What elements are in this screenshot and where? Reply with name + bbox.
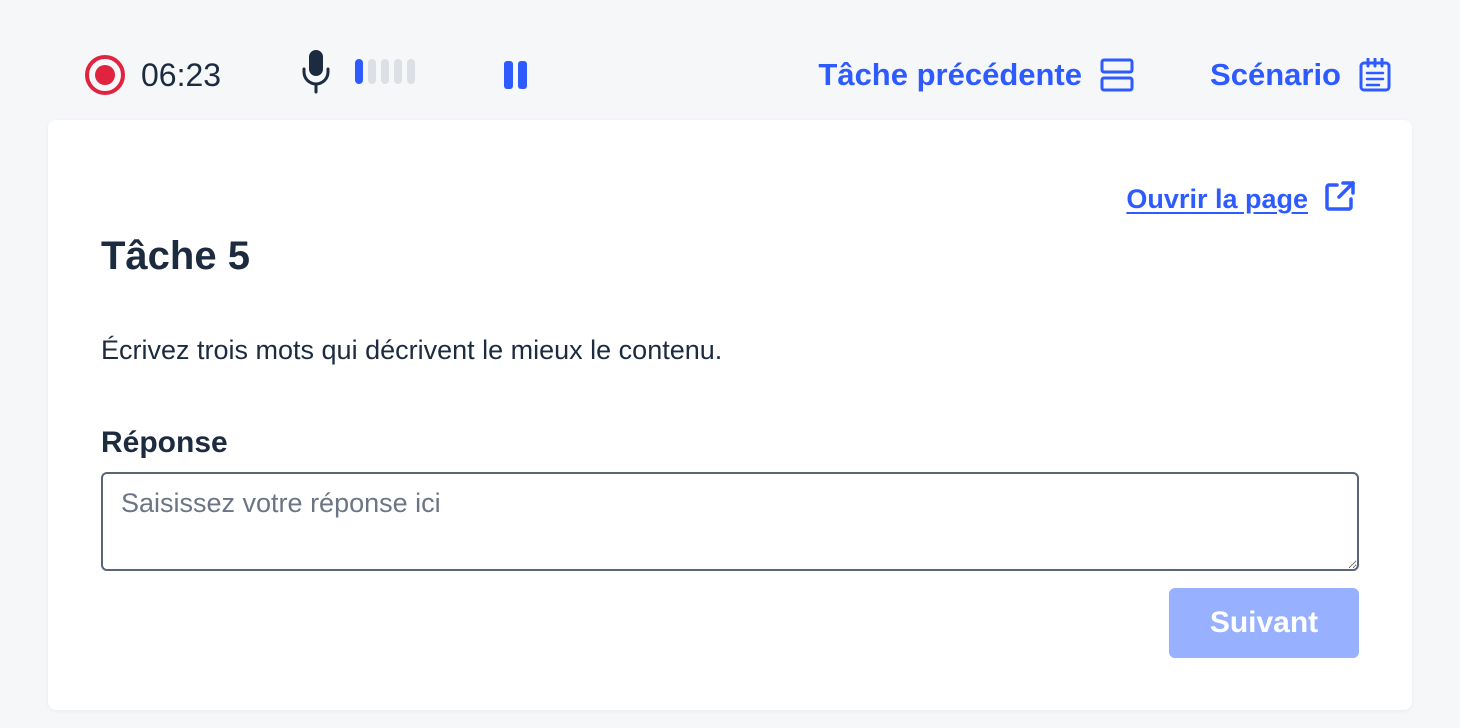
next-button[interactable]: Suivant bbox=[1169, 588, 1359, 658]
external-link-icon bbox=[1325, 181, 1355, 211]
open-page-link[interactable]: Ouvrir la page bbox=[1126, 176, 1356, 222]
recording-timer: 06:23 bbox=[141, 57, 222, 93]
pause-button[interactable] bbox=[500, 58, 532, 92]
answer-input[interactable] bbox=[101, 472, 1359, 571]
split-panels-icon bbox=[1100, 58, 1134, 92]
scenario-label: Scénario bbox=[1210, 57, 1341, 92]
task-title: Tâche 5 bbox=[101, 234, 250, 278]
open-page-label: Ouvrir la page bbox=[1126, 184, 1308, 214]
mic-level-bar bbox=[394, 59, 402, 84]
previous-task-label: Tâche précédente bbox=[818, 57, 1082, 92]
mic-level-bar bbox=[355, 59, 363, 84]
previous-task-link[interactable]: Tâche précédente bbox=[818, 54, 1134, 96]
record-icon bbox=[85, 55, 125, 95]
mic-level-meter bbox=[355, 59, 415, 84]
microphone-icon bbox=[302, 50, 330, 94]
recording-toolbar: 06:23 Tâche précédente Scénario bbox=[0, 0, 1460, 120]
mic-level-bar bbox=[407, 59, 415, 84]
mic-level-bar bbox=[381, 59, 389, 84]
answer-label: Réponse bbox=[101, 426, 228, 459]
mic-level-bar bbox=[368, 59, 376, 84]
pause-icon bbox=[504, 61, 513, 89]
task-instruction: Écrivez trois mots qui décrivent le mieu… bbox=[101, 335, 723, 365]
task-card: Ouvrir la page Tâche 5 Écrivez trois mot… bbox=[48, 120, 1412, 710]
scenario-link[interactable]: Scénario bbox=[1210, 54, 1391, 96]
notepad-icon bbox=[1359, 58, 1391, 92]
